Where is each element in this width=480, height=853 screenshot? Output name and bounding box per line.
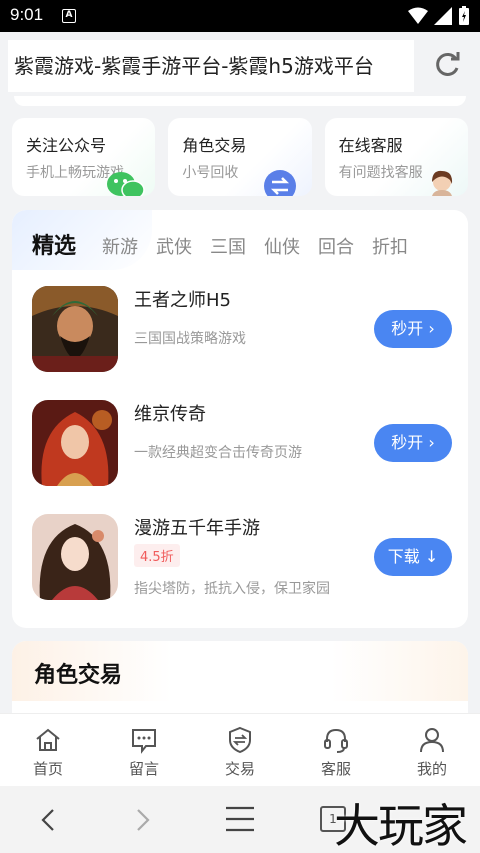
home-icon: [36, 728, 60, 751]
button-label: 秒开: [391, 319, 424, 338]
trade-shield-icon: [229, 726, 251, 754]
nav-profile[interactable]: 我的: [384, 714, 480, 786]
chevron-right-icon: ›: [428, 433, 435, 452]
game-item[interactable]: 维京传奇 一款经典超变合击传奇页游 秒开 ›: [32, 400, 452, 488]
headset-icon: [324, 728, 348, 753]
game-name: 漫游五千年手游: [134, 518, 260, 539]
card-title: 角色交易: [182, 136, 247, 155]
card-title: 在线客服: [338, 136, 403, 155]
refresh-icon[interactable]: [432, 50, 462, 80]
nav-label: 首页: [32, 760, 63, 778]
tab-turn-based[interactable]: 回合: [318, 233, 354, 259]
card-title: 关注公众号: [26, 136, 107, 155]
role-trade-card[interactable]: 角色交易 小号回收: [168, 118, 312, 196]
scrolled-card-edge: [14, 96, 466, 106]
status-bar: 9:01 A: [0, 0, 480, 32]
game-thumbnail[interactable]: [32, 286, 118, 372]
nav-label: 客服: [320, 760, 351, 778]
battery-icon: [459, 6, 469, 25]
status-time: 9:01: [10, 5, 44, 24]
play-button[interactable]: 秒开 ›: [374, 310, 452, 348]
follow-account-card[interactable]: 关注公众号 手机上畅玩游戏: [12, 118, 156, 196]
game-description: 三国国战策略游戏: [134, 331, 246, 347]
nav-label: 交易: [224, 760, 255, 778]
game-description: 指尖塔防，抵抗入侵，保卫家园: [134, 581, 330, 597]
wechat-icon: [107, 172, 146, 196]
game-name: 维京传奇: [134, 404, 206, 425]
button-label: 秒开: [391, 433, 424, 452]
watermark-logo: 大玩家: [334, 799, 468, 853]
support-agent-icon: [431, 170, 453, 196]
download-button[interactable]: 下载 ↓: [374, 538, 452, 576]
section-title: 角色交易: [34, 662, 123, 688]
nav-label: 留言: [128, 760, 159, 778]
play-button[interactable]: 秒开 ›: [374, 424, 452, 462]
game-item[interactable]: 漫游五千年手游 4.5折 指尖塔防，抵抗入侵，保卫家园 下载 ↓: [32, 514, 452, 602]
game-thumbnail[interactable]: [32, 400, 118, 486]
status-icons: [408, 6, 470, 26]
forward-icon[interactable]: [133, 806, 153, 834]
tab-wuxia[interactable]: 武侠: [156, 233, 192, 259]
tab-new[interactable]: 新游: [102, 233, 138, 259]
tab-three-kingdoms[interactable]: 三国: [210, 233, 246, 259]
arrow-down-icon: ↓: [424, 547, 439, 566]
nav-trade[interactable]: 交易: [192, 714, 288, 786]
nav-message[interactable]: 留言: [96, 714, 192, 786]
message-icon: [132, 729, 156, 754]
page-title[interactable]: 紫霞游戏-紫霞手游平台-紫霞h5游戏平台: [8, 40, 414, 92]
discount-badge: 4.5折: [134, 544, 180, 567]
signal-icon: [434, 7, 452, 25]
notification-icon: A: [62, 9, 76, 23]
nav-support[interactable]: 客服: [288, 714, 384, 786]
category-tabs: 精选 新游 武侠 三国 仙侠 回合 折扣: [32, 228, 426, 260]
user-icon: [420, 728, 444, 753]
game-description: 一款经典超变合击传奇页游: [134, 445, 302, 461]
game-name: 王者之师H5: [134, 290, 231, 311]
tab-discount[interactable]: 折扣: [372, 233, 408, 259]
button-label: 下载: [387, 547, 420, 566]
tab-featured[interactable]: 精选: [32, 228, 76, 260]
game-thumbnail[interactable]: [32, 514, 118, 600]
chevron-right-icon: ›: [428, 319, 435, 338]
swap-icon: [263, 170, 296, 196]
back-icon[interactable]: [38, 806, 58, 834]
support-card[interactable]: 在线客服 有问题找客服: [324, 118, 468, 196]
game-item[interactable]: 王者之师H5 三国国战策略游戏 秒开 ›: [32, 286, 452, 374]
menu-icon[interactable]: [224, 804, 256, 834]
bottom-nav: 首页 留言 交易 客服 我的: [0, 713, 480, 786]
tab-xianxia[interactable]: 仙侠: [264, 233, 300, 259]
nav-home[interactable]: 首页: [0, 714, 96, 786]
featured-section: 精选 新游 武侠 三国 仙侠 回合 折扣 王者之师H5 三国国战策略游戏 秒开 …: [12, 210, 468, 628]
wifi-icon: [408, 7, 428, 24]
nav-label: 我的: [416, 760, 447, 778]
browser-address-bar: 紫霞游戏-紫霞手游平台-紫霞h5游戏平台: [0, 32, 480, 102]
quick-links: 关注公众号 手机上畅玩游戏 角色交易 小号回收 在线客服 有问题找客服: [12, 118, 468, 196]
